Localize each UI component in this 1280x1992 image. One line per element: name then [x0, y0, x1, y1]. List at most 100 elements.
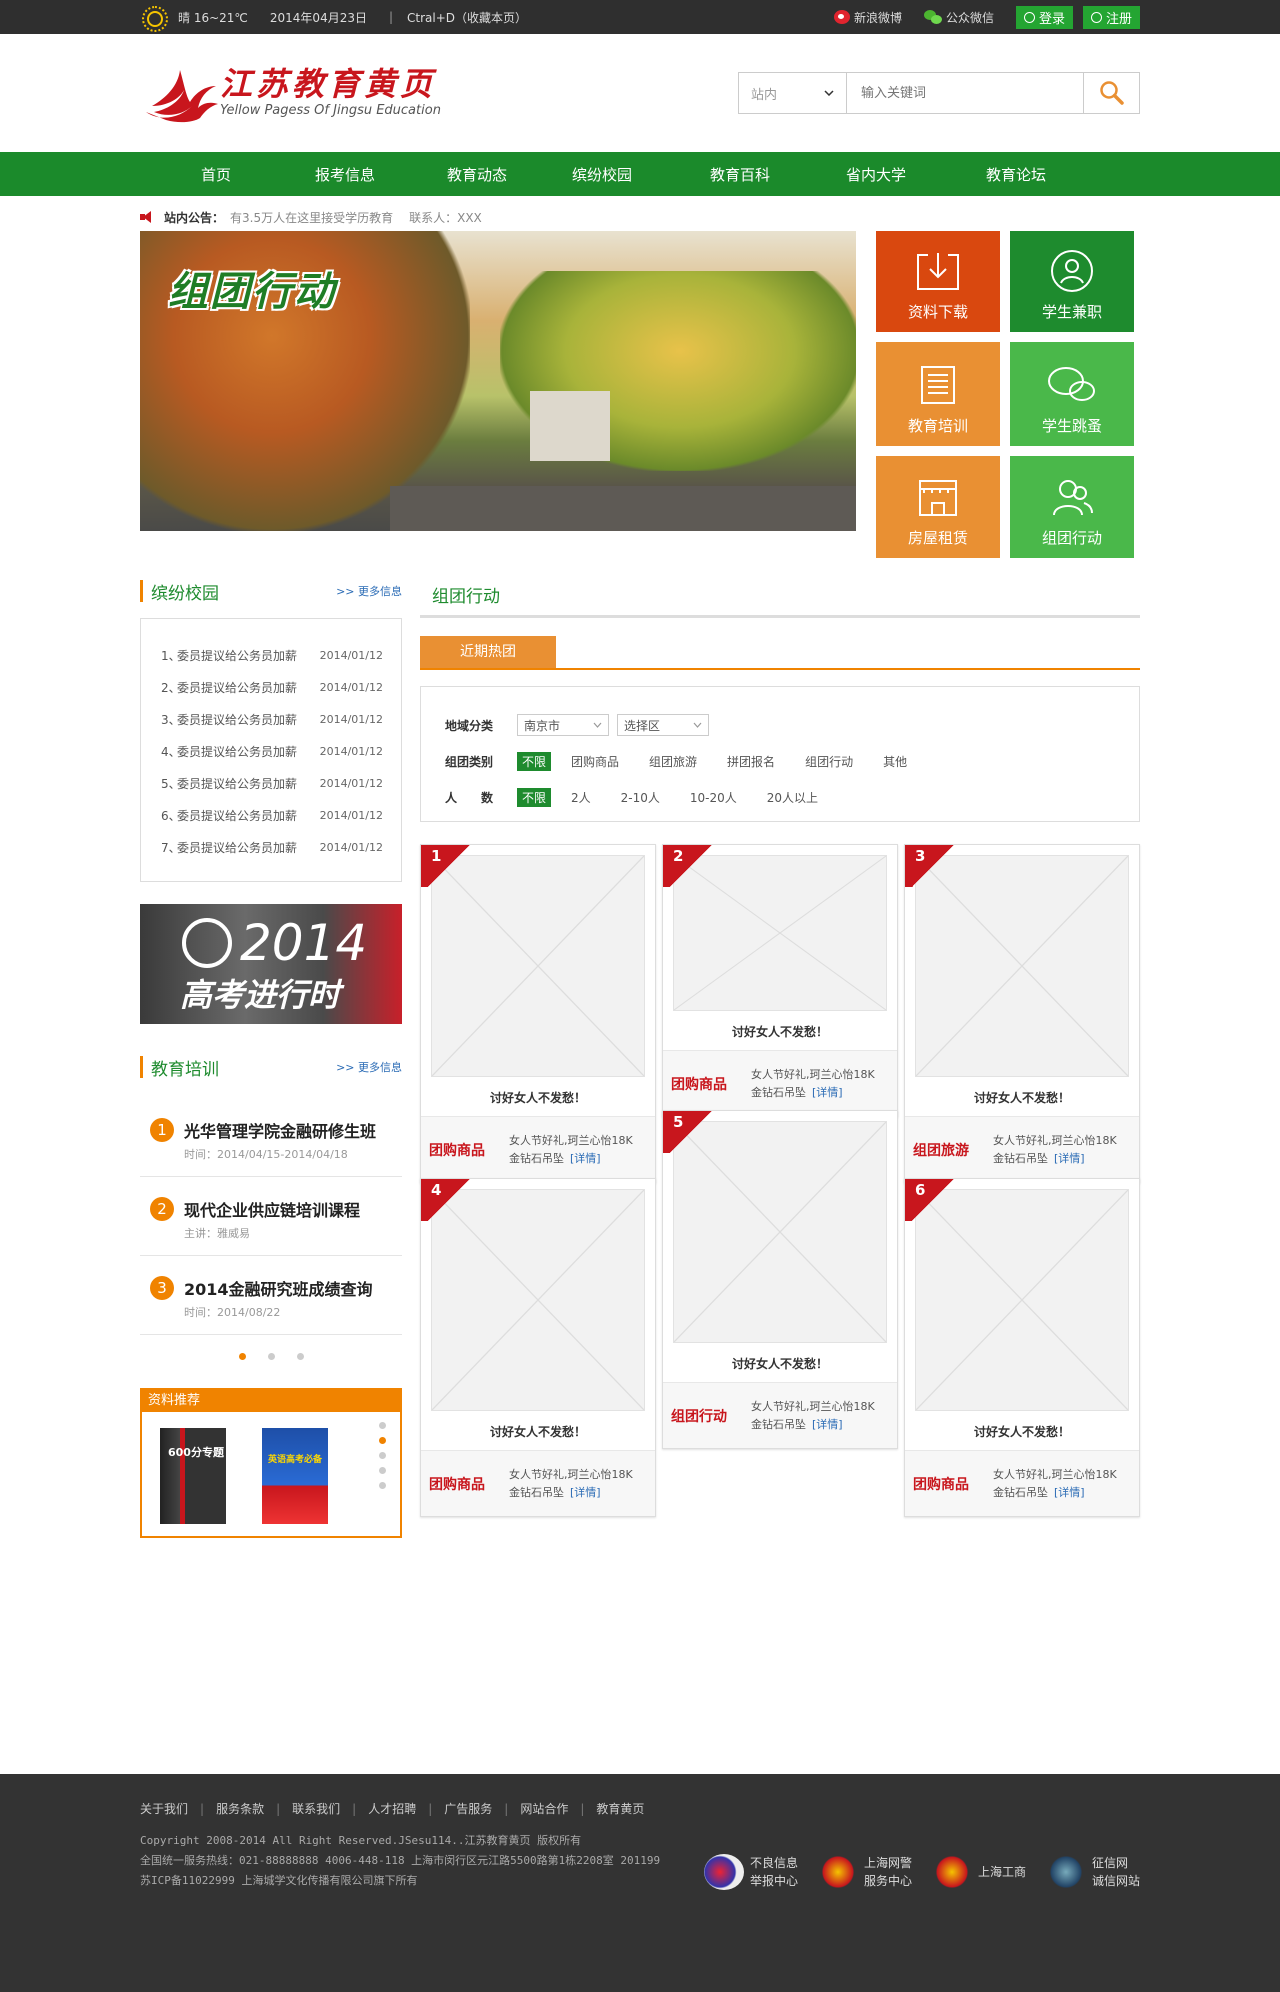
list-item[interactable]: 4、 委员提议给公务员加薪 2014/01/12: [161, 735, 383, 767]
filter-option-type[interactable]: 团购商品: [571, 753, 619, 770]
card-desc-line2: 金钻石吊坠: [751, 1417, 806, 1431]
filter-option-people[interactable]: 不限: [517, 787, 552, 807]
filter-option-type[interactable]: 组团行动: [805, 753, 853, 770]
more-link[interactable]: >> 更多信息: [336, 1059, 402, 1075]
carousel-dot[interactable]: [379, 1437, 386, 1444]
filter-option-type[interactable]: 其他: [883, 753, 907, 770]
filter-option-type[interactable]: 不限: [517, 751, 552, 771]
carousel-dot[interactable]: [296, 1353, 304, 1360]
notice-text[interactable]: 有3.5万人在这里接受学历教育: [230, 209, 393, 226]
filter-option-type[interactable]: 组团旅游: [649, 753, 697, 770]
list-item[interactable]: 3、 委员提议给公务员加薪 2014/01/12: [161, 703, 383, 735]
training-item[interactable]: 3 2014金融研究班成绩查询 时间：2014/08/22: [140, 1256, 402, 1335]
footer-link[interactable]: 服务条款: [216, 1800, 264, 1817]
list-item[interactable]: 7、 委员提议给公务员加薪 2014/01/12: [161, 831, 383, 863]
nav-home[interactable]: 首页: [160, 152, 272, 196]
book-item[interactable]: 英语高考必备: [252, 1424, 338, 1528]
more-link[interactable]: >> 更多信息: [336, 583, 402, 599]
footer-badge[interactable]: 不良信息 举报中心: [703, 1854, 798, 1890]
nav-forum[interactable]: 教育论坛: [940, 152, 1092, 196]
search-input[interactable]: [847, 73, 1083, 113]
carousel-dot[interactable]: [379, 1422, 386, 1429]
card-desc-line2: 金钻石吊坠: [993, 1151, 1048, 1165]
tab-recent-hot[interactable]: 近期热团: [420, 636, 556, 668]
tile-flea-market[interactable]: 学生跳蚤: [1010, 342, 1134, 446]
register-button[interactable]: 注册: [1082, 5, 1140, 29]
top-bar: 晴 16~21℃ 2014年04月23日 | Ctral+D（收藏本页） 新浪微…: [0, 0, 1280, 34]
filter-option-people[interactable]: 20人以上: [767, 789, 818, 806]
house-icon: [919, 480, 957, 516]
chevron-down-icon: [693, 722, 702, 728]
list-item[interactable]: 6、 委员提议给公务员加薪 2014/01/12: [161, 799, 383, 831]
group-card[interactable]: 2 讨好女人不发愁！ 团购商品 女人节好礼,珂兰心怡18K 金钻石吊坠 [详情]: [662, 844, 898, 1117]
item-title: 委员提议给公务员加薪: [177, 840, 298, 855]
details-link[interactable]: [详情]: [1054, 1152, 1085, 1165]
carousel-dot[interactable]: [379, 1482, 386, 1489]
footer-link[interactable]: 广告服务: [444, 1800, 492, 1817]
details-link[interactable]: [详情]: [1054, 1486, 1085, 1499]
notice-contact: 联系人：XXX: [409, 210, 482, 225]
badge-emblem-icon: [1045, 1854, 1086, 1890]
search-button[interactable]: [1083, 73, 1139, 113]
carousel-dot[interactable]: [267, 1353, 275, 1360]
filter-option-people[interactable]: 2-10人: [621, 789, 660, 806]
filter-option-people[interactable]: 10-20人: [690, 789, 737, 806]
wechat-link[interactable]: 公众微信: [923, 9, 994, 26]
tile-housing[interactable]: 房屋租赁: [876, 456, 1000, 558]
group-card[interactable]: 5 讨好女人不发愁！ 组团行动 女人节好礼,珂兰心怡18K 金钻石吊坠 [详情]: [662, 1110, 898, 1449]
training-item[interactable]: 1 光华管理学院金融研修生班 时间：2014/04/15-2014/04/18: [140, 1098, 402, 1177]
login-button[interactable]: 登录: [1015, 5, 1073, 29]
filter-label: 组团类别: [445, 754, 494, 769]
filter-option-people[interactable]: 2人: [571, 789, 591, 806]
nav-edu-news[interactable]: 教育动态: [418, 152, 536, 196]
tile-download[interactable]: 资料下载: [876, 231, 1000, 332]
footer-badge[interactable]: 上海工商: [931, 1854, 1026, 1890]
footer-link[interactable]: 关于我们: [140, 1800, 188, 1817]
footer-link[interactable]: 人才招聘: [368, 1800, 416, 1817]
tile-group[interactable]: 组团行动: [1010, 456, 1134, 558]
filter-option-type[interactable]: 拼团报名: [727, 753, 775, 770]
city-select[interactable]: 南京市: [517, 714, 609, 736]
tile-training[interactable]: 教育培训: [876, 342, 1000, 446]
training-item[interactable]: 2 现代企业供应链培训课程 主讲：雅威易: [140, 1177, 402, 1256]
carousel-dot[interactable]: [238, 1353, 246, 1360]
book-item[interactable]: 600分专题: [150, 1424, 236, 1528]
details-link[interactable]: [详情]: [570, 1486, 601, 1499]
nav-universities[interactable]: 省内大学: [812, 152, 940, 196]
search-scope-select[interactable]: 站内: [739, 73, 847, 113]
banner-image[interactable]: 组团行动: [140, 231, 856, 531]
group-card[interactable]: 3 讨好女人不发愁！ 组团旅游 女人节好礼,珂兰心怡18K 金钻石吊坠 [详情]: [904, 844, 1140, 1183]
item-date: 2014/01/12: [319, 680, 383, 694]
weibo-icon: [833, 10, 850, 24]
item-number-badge: 3: [150, 1276, 174, 1300]
gaokao-banner[interactable]: 2014 高考进行时: [140, 904, 402, 1024]
bookmark-link[interactable]: Ctral+D（收藏本页）: [407, 9, 527, 26]
district-select[interactable]: 选择区: [617, 714, 709, 736]
nav-exam-info[interactable]: 报考信息: [272, 152, 418, 196]
footer-link[interactable]: 教育黄页: [596, 1800, 644, 1817]
list-item[interactable]: 5、 委员提议给公务员加薪 2014/01/12: [161, 767, 383, 799]
image-placeholder-icon: [432, 1190, 644, 1410]
nav-encyclopedia[interactable]: 教育百科: [668, 152, 812, 196]
nav-campus[interactable]: 缤纷校园: [536, 152, 668, 196]
carousel-dot[interactable]: [379, 1452, 386, 1459]
card-caption: 讨好女人不发愁！: [489, 1425, 586, 1439]
details-link[interactable]: [详情]: [570, 1152, 601, 1165]
carousel-dot[interactable]: [379, 1467, 386, 1474]
group-card[interactable]: 1 讨好女人不发愁！ 团购商品 女人节好礼,珂兰心怡18K 金钻石吊坠 [详情]: [420, 844, 656, 1183]
weibo-link[interactable]: 新浪微博: [833, 9, 902, 26]
list-item[interactable]: 1、 委员提议给公务员加薪 2014/01/12: [161, 639, 383, 671]
site-logo[interactable]: 江苏教育黄页 Yellow Pagess Of Jingsu Education: [140, 62, 441, 124]
tile-part-time[interactable]: 学生兼职: [1010, 231, 1134, 332]
footer-link[interactable]: 网站合作: [520, 1800, 568, 1817]
group-card[interactable]: 6 讨好女人不发愁！ 团购商品 女人节好礼,珂兰心怡18K 金钻石吊坠 [详情]: [904, 1178, 1140, 1517]
list-item[interactable]: 2、 委员提议给公务员加薪 2014/01/12: [161, 671, 383, 703]
footer-badge[interactable]: 上海网警 服务中心: [817, 1854, 912, 1890]
banner-road: [390, 486, 856, 531]
footer-badge[interactable]: 征信网 诚信网站: [1045, 1854, 1140, 1890]
group-card[interactable]: 4 讨好女人不发愁！ 团购商品 女人节好礼,珂兰心怡18K 金钻石吊坠 [详情]: [420, 1178, 656, 1517]
training-subtitle: 时间：2014/08/22: [184, 1306, 281, 1319]
footer-link[interactable]: 联系我们: [292, 1800, 340, 1817]
details-link[interactable]: [详情]: [812, 1086, 843, 1099]
details-link[interactable]: [详情]: [812, 1418, 843, 1431]
